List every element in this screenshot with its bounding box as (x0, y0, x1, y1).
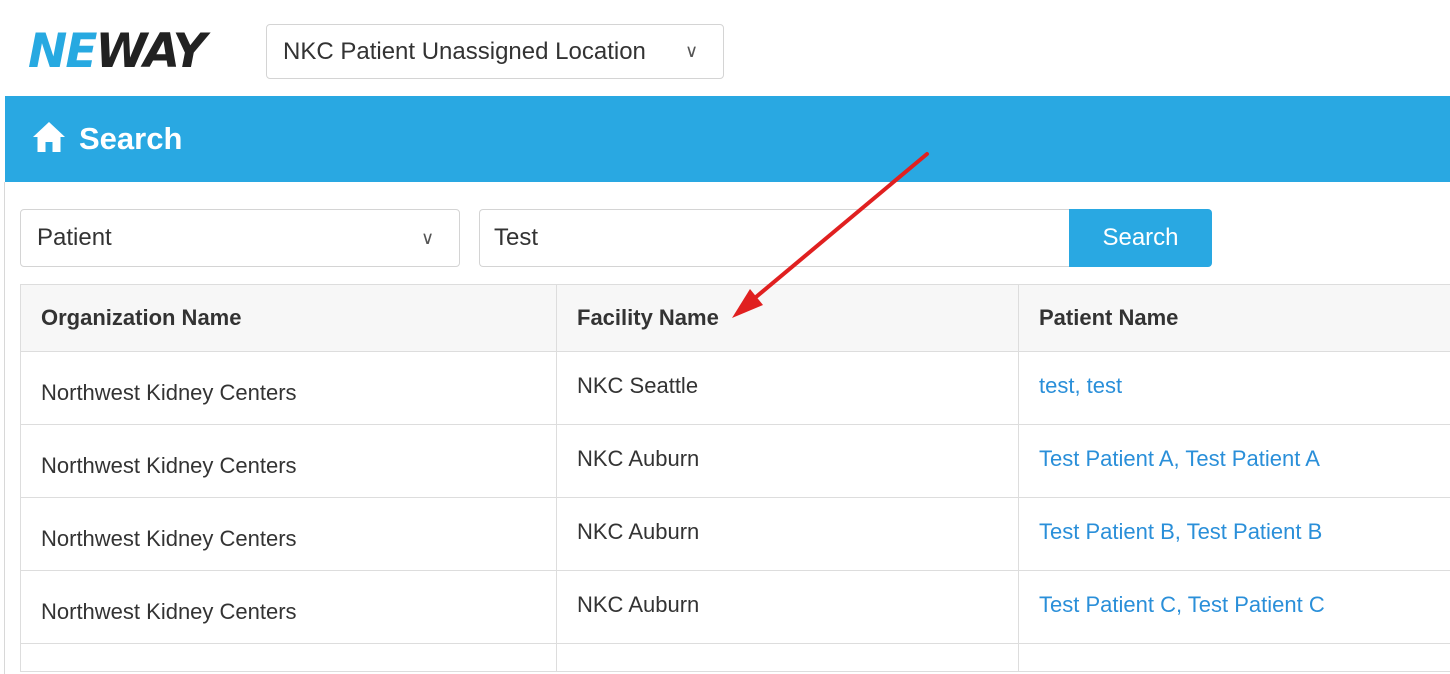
empty-cell (556, 643, 1019, 672)
table-header-row: Organization Name Facility Name Patient … (20, 284, 1450, 352)
top-bar: NEWAY NKC Patient Unassigned Location ∨ (0, 0, 1450, 95)
column-header-facility[interactable]: Facility Name (556, 284, 1019, 352)
facility-cell: NKC Seattle (556, 351, 1019, 425)
empty-cell (20, 643, 557, 672)
table-row: Northwest Kidney Centers NKC Auburn Test… (20, 424, 1450, 498)
patient-link[interactable]: test, test (1018, 351, 1450, 425)
organization-cell: Northwest Kidney Centers (20, 424, 557, 498)
page-title: Search (79, 121, 183, 156)
organization-cell: Northwest Kidney Centers (20, 570, 557, 644)
facility-cell: NKC Auburn (556, 570, 1019, 644)
patient-link[interactable]: Test Patient B, Test Patient B (1018, 497, 1450, 571)
patient-link[interactable]: Test Patient C, Test Patient C (1018, 570, 1450, 644)
search-banner: Search (5, 96, 1450, 182)
logo-w: W (95, 24, 145, 79)
facility-cell: NKC Auburn (556, 497, 1019, 571)
neway-logo[interactable]: NEWAY (28, 22, 207, 82)
results-table-wrapper: Organization Name Facility Name Patient … (20, 284, 1450, 674)
content-left-border (4, 182, 5, 674)
facility-cell: NKC Auburn (556, 424, 1019, 498)
location-select-value: NKC Patient Unassigned Location (283, 38, 646, 65)
column-header-organization[interactable]: Organization Name (20, 284, 557, 352)
organization-cell: Northwest Kidney Centers (20, 351, 557, 425)
table-row: Northwest Kidney Centers NKC Auburn Test… (20, 497, 1450, 571)
table-row: Northwest Kidney Centers NKC Auburn Test… (20, 570, 1450, 644)
empty-cell (1018, 643, 1450, 672)
table-row: Northwest Kidney Centers NKC Seattle tes… (20, 351, 1450, 425)
home-icon[interactable] (32, 121, 66, 153)
location-select[interactable]: NKC Patient Unassigned Location ∨ (266, 24, 724, 79)
organization-cell: Northwest Kidney Centers (20, 497, 557, 571)
search-type-select[interactable]: Patient ∨ (20, 209, 460, 267)
logo-ne: NE (28, 24, 97, 79)
results-table: Organization Name Facility Name Patient … (20, 284, 1450, 672)
chevron-down-icon: ∨ (421, 228, 435, 248)
search-button[interactable]: Search (1069, 209, 1212, 267)
logo-ay: AY (143, 24, 207, 79)
search-input[interactable] (479, 209, 1071, 267)
search-type-value: Patient (37, 224, 112, 251)
column-header-patient[interactable]: Patient Name (1018, 284, 1450, 352)
table-empty-row (20, 643, 1450, 672)
patient-link[interactable]: Test Patient A, Test Patient A (1018, 424, 1450, 498)
chevron-down-icon: ∨ (685, 41, 699, 61)
